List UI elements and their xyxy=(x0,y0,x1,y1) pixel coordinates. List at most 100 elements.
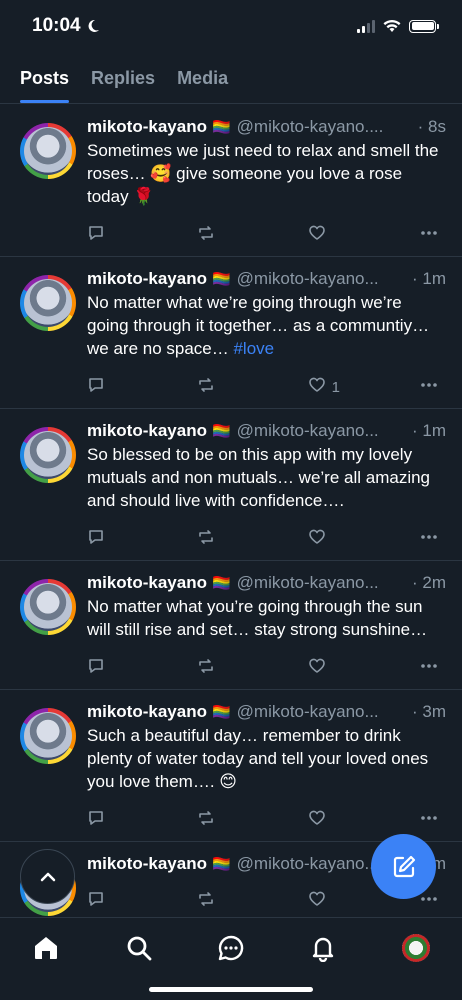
repost-icon xyxy=(197,376,215,398)
bell-icon xyxy=(313,937,334,962)
nav-profile[interactable] xyxy=(396,932,436,964)
post-feed[interactable]: mikoto-kayano 🏳️‍🌈 @mikoto-kayano.... · … xyxy=(0,105,462,917)
post-header: mikoto-kayano 🏳️‍🌈 @mikoto-kayano... · 1… xyxy=(87,421,446,441)
nav-search[interactable] xyxy=(119,932,159,964)
post-text: So blessed to be on this app with my lov… xyxy=(87,443,446,512)
reply-icon xyxy=(87,376,105,398)
reply-button[interactable] xyxy=(87,376,177,398)
avatar[interactable] xyxy=(20,708,76,764)
post-body: mikoto-kayano 🏳️‍🌈 @mikoto-kayano... · 2… xyxy=(76,573,446,689)
avatar[interactable] xyxy=(20,579,76,635)
chevron-up-icon xyxy=(40,872,55,881)
post-item[interactable]: mikoto-kayano 🏳️‍🌈 @mikoto-kayano... · 1… xyxy=(0,409,462,561)
tab-replies[interactable]: Replies xyxy=(91,60,155,103)
author-name[interactable]: mikoto-kayano xyxy=(87,421,207,441)
repost-button[interactable] xyxy=(197,809,287,831)
avatar xyxy=(401,934,430,962)
rainbow-flag-icon: 🏳️‍🌈 xyxy=(211,704,231,721)
status-icons xyxy=(357,19,439,33)
avatar[interactable] xyxy=(20,123,76,179)
repost-icon xyxy=(197,809,215,831)
more-icon xyxy=(420,809,438,831)
repost-icon xyxy=(197,890,215,912)
author-name[interactable]: mikoto-kayano xyxy=(87,702,207,722)
scroll-top-button[interactable] xyxy=(20,849,75,904)
post-time: · 1m xyxy=(412,269,446,288)
signal-icon xyxy=(357,19,375,33)
post-actions xyxy=(87,214,446,256)
more-button[interactable] xyxy=(418,528,438,550)
more-icon xyxy=(420,890,438,912)
wifi-icon xyxy=(383,19,401,32)
tab-media[interactable]: Media xyxy=(177,60,228,103)
post-actions: 1 xyxy=(87,366,446,408)
compose-button[interactable] xyxy=(371,834,436,899)
hashtag-link[interactable]: #love xyxy=(233,339,274,358)
reply-button[interactable] xyxy=(87,224,177,246)
like-button[interactable]: 1 xyxy=(308,376,398,398)
repost-button[interactable] xyxy=(197,224,287,246)
heart-icon xyxy=(308,657,326,679)
author-handle[interactable]: @mikoto-kayano.... xyxy=(237,117,414,137)
like-button[interactable] xyxy=(308,657,398,679)
like-button[interactable] xyxy=(308,224,398,246)
author-name[interactable]: mikoto-kayano xyxy=(87,269,207,289)
heart-icon xyxy=(308,224,326,246)
repost-button[interactable] xyxy=(197,528,287,550)
more-button[interactable] xyxy=(418,809,438,831)
repost-icon xyxy=(197,657,215,679)
more-button[interactable] xyxy=(418,224,438,246)
rainbow-flag-icon: 🏳️‍🌈 xyxy=(211,856,231,873)
avatar[interactable] xyxy=(20,275,76,331)
author-name[interactable]: mikoto-kayano xyxy=(87,854,207,874)
nav-home[interactable] xyxy=(26,932,66,964)
reply-button[interactable] xyxy=(87,528,177,550)
author-name[interactable]: mikoto-kayano xyxy=(87,573,207,593)
heart-icon xyxy=(308,528,326,550)
repost-button[interactable] xyxy=(197,890,287,912)
more-button[interactable] xyxy=(418,376,438,398)
more-icon xyxy=(420,528,438,550)
more-button[interactable] xyxy=(418,657,438,679)
repost-icon xyxy=(197,224,215,246)
post-item[interactable]: mikoto-kayano 🏳️‍🌈 @mikoto-kayano.... · … xyxy=(0,105,462,257)
tab-posts[interactable]: Posts xyxy=(20,60,70,103)
post-item[interactable]: mikoto-kayano 🏳️‍🌈 @mikoto-kayano... · 3… xyxy=(0,690,462,842)
search-icon xyxy=(127,936,151,961)
post-body: mikoto-kayano 🏳️‍🌈 @mikoto-kayano... · 1… xyxy=(76,269,446,408)
post-time: · 3m xyxy=(412,702,446,721)
post-time: · 1m xyxy=(412,421,446,440)
like-count: 1 xyxy=(331,378,340,396)
reply-button[interactable] xyxy=(87,657,177,679)
reply-icon xyxy=(87,657,105,679)
author-handle[interactable]: @mikoto-kayano... xyxy=(237,269,408,289)
post-text-content: Sometimes we just need to relax and smel… xyxy=(87,141,439,206)
reply-button[interactable] xyxy=(87,809,177,831)
nav-chat[interactable] xyxy=(211,932,251,964)
like-button[interactable] xyxy=(308,809,398,831)
post-header: mikoto-kayano 🏳️‍🌈 @mikoto-kayano... · 1… xyxy=(87,269,446,289)
reply-icon xyxy=(87,528,105,550)
like-button[interactable] xyxy=(308,528,398,550)
repost-icon xyxy=(197,528,215,550)
repost-button[interactable] xyxy=(197,657,287,679)
avatar[interactable] xyxy=(20,427,76,483)
post-item[interactable]: mikoto-kayano 🏳️‍🌈 @mikoto-kayano... · 2… xyxy=(0,561,462,690)
post-text: Such a beautiful day… remember to drink … xyxy=(87,724,446,793)
post-item[interactable]: mikoto-kayano 🏳️‍🌈 @mikoto-kayano... · 1… xyxy=(0,257,462,409)
author-name[interactable]: mikoto-kayano xyxy=(87,117,207,137)
post-text-content: So blessed to be on this app with my lov… xyxy=(87,445,431,510)
post-body: mikoto-kayano 🏳️‍🌈 @mikoto-kayano... · 1… xyxy=(76,421,446,560)
nav-notifications[interactable] xyxy=(303,932,343,964)
author-handle[interactable]: @mikoto-kayano... xyxy=(237,702,408,722)
author-handle[interactable]: @mikoto-kayano... xyxy=(237,573,408,593)
rainbow-flag-icon: 🏳️‍🌈 xyxy=(211,119,231,136)
heart-icon xyxy=(308,890,326,912)
reply-button[interactable] xyxy=(87,890,177,912)
reply-icon xyxy=(87,809,105,831)
post-text-content: No matter what you’re going through the … xyxy=(87,597,428,639)
repost-button[interactable] xyxy=(197,376,287,398)
author-handle[interactable]: @mikoto-kayano... xyxy=(237,421,408,441)
post-actions xyxy=(87,799,446,841)
reply-icon xyxy=(87,890,105,912)
